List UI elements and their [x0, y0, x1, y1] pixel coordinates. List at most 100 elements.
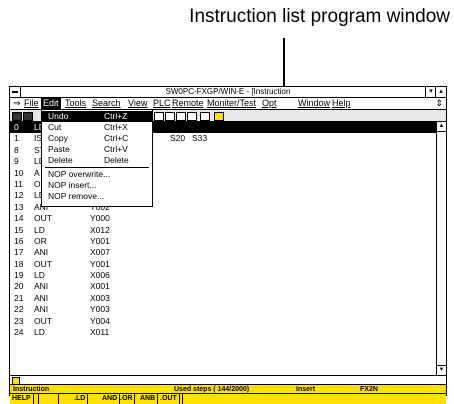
edit-menu-item[interactable]: Delete Delete	[42, 155, 152, 166]
edit-menu-item[interactable]: Cut Ctrl+X	[42, 122, 152, 133]
instruction-step: 15	[14, 224, 24, 235]
menu-moniter-test[interactable]: Moniter/Test	[207, 98, 256, 109]
edit-menu-item[interactable]: NOP remove...	[42, 191, 152, 202]
instruction-opcode: ANI	[34, 304, 49, 315]
instruction-row[interactable]: 21 ANI X003	[10, 293, 436, 304]
instruction-row[interactable]: 17 ANI X007	[10, 247, 436, 258]
instruction-opcode: LD	[34, 327, 45, 338]
edit-menu-dropdown: Undo Ctrl+Z Cut Ctrl+X Copy Ctrl+C Paste Ctrl+V…	[41, 109, 153, 207]
edit-menu-item-label: Cut	[48, 122, 62, 132]
help-icon[interactable]	[214, 112, 224, 121]
title-bar: SW0PC-FXGP/WIN-E - [Instruction ▾ ▴	[10, 87, 446, 98]
instruction-step: 16	[14, 235, 24, 246]
instruction-step: 21	[14, 292, 24, 303]
edit-menu-item-shortcut: Ctrl+X	[104, 122, 128, 132]
instruction-operand: Y001	[90, 258, 110, 269]
open-file-icon[interactable]	[23, 112, 33, 121]
menu-window[interactable]: Window	[298, 98, 330, 109]
edit-menu-item-shortcut: Delete	[104, 155, 129, 165]
scroll-down-icon[interactable]: ▼	[437, 365, 446, 375]
instruction-step: 0	[14, 122, 19, 132]
instruction-operand: S33	[192, 133, 208, 144]
menu-view[interactable]: View	[128, 98, 147, 109]
tool-button-3[interactable]	[165, 112, 175, 121]
instruction-row[interactable]: 14 OUT Y000	[10, 213, 436, 224]
menu-edit[interactable]: Edit	[41, 98, 61, 109]
instruction-operand: X012	[90, 224, 110, 235]
vertical-scrollbar[interactable]: ▲ ▼	[436, 122, 446, 375]
menu-separator	[45, 167, 149, 168]
instruction-step: 13	[14, 201, 24, 212]
function-key-bar: HELP .LD AND .OR ANB .OUT	[10, 393, 446, 404]
instruction-operand: Y003	[90, 304, 110, 315]
tool-button-6[interactable]	[200, 112, 210, 121]
new-file-icon[interactable]	[12, 112, 22, 121]
instruction-step: 9	[14, 156, 19, 167]
edit-menu-item-label: NOP insert...	[48, 180, 97, 190]
restore-icon[interactable]: ⇕	[435, 98, 443, 109]
instruction-operand: Y001	[90, 235, 110, 246]
instruction-row[interactable]: 23 OUT Y004	[10, 316, 436, 327]
instruction-opcode: OR	[34, 235, 47, 246]
instruction-step: 24	[14, 327, 24, 338]
instruction-operand: X001	[90, 281, 110, 292]
edit-menu-item[interactable]: Paste Ctrl+V	[42, 144, 152, 155]
menu-file[interactable]: File	[24, 98, 39, 109]
instruction-row[interactable]: 16 OR Y001	[10, 236, 436, 247]
instruction-step: 20	[14, 281, 24, 292]
instruction-operand: X006	[90, 270, 110, 281]
instruction-operand: S20	[170, 133, 186, 144]
instruction-opcode: ANI	[34, 292, 49, 303]
app-window: SW0PC-FXGP/WIN-E - [Instruction ▾ ▴ ⇒ Fi…	[9, 86, 447, 404]
instruction-operand: Y004	[90, 315, 110, 326]
instruction-opcode: A	[34, 167, 40, 178]
edit-menu-item-shortcut: Ctrl+C	[104, 133, 129, 143]
menu-tools[interactable]: Tools	[65, 98, 86, 109]
edit-menu-item[interactable]: Undo Ctrl+Z	[42, 111, 152, 122]
callout-pointer-line	[283, 38, 285, 86]
instruction-operand: X007	[90, 247, 110, 258]
instruction-opcode: O	[34, 178, 41, 189]
scroll-up-icon[interactable]: ▲	[437, 122, 446, 132]
instruction-step: 17	[14, 247, 24, 258]
menu-plc[interactable]: PLC	[153, 98, 171, 109]
edit-menu-item-label: Paste	[48, 144, 70, 154]
instruction-step: 14	[14, 213, 24, 224]
instruction-row[interactable]: 22 ANI Y003	[10, 304, 436, 315]
instruction-row[interactable]: 20 ANI X001	[10, 281, 436, 292]
instruction-step: 19	[14, 270, 24, 281]
edit-menu-item[interactable]: NOP insert...	[42, 180, 152, 191]
window-title: SW0PC-FXGP/WIN-E - [Instruction	[165, 87, 291, 96]
edit-menu-item-label: NOP overwrite...	[48, 169, 111, 179]
horizontal-scrollbar[interactable]	[10, 375, 446, 385]
instruction-step: 10	[14, 167, 24, 178]
edit-menu-item[interactable]: Copy Ctrl+C	[42, 133, 152, 144]
instruction-opcode: OUT	[34, 315, 52, 326]
tool-button-5[interactable]	[187, 112, 197, 121]
edit-menu-item-label: NOP remove...	[48, 191, 105, 201]
system-menu-icon[interactable]	[10, 87, 21, 97]
instruction-step: 22	[14, 304, 24, 315]
instruction-opcode: OUT	[34, 258, 52, 269]
tool-button-4[interactable]	[176, 112, 186, 121]
instruction-row[interactable]: 15 LD X012	[10, 225, 436, 236]
edit-menu-item-label: Copy	[48, 133, 68, 143]
menu-help[interactable]: Help	[332, 98, 351, 109]
instruction-row[interactable]: 19 LD X006	[10, 270, 436, 281]
edit-menu-item[interactable]: NOP overwrite...	[42, 169, 152, 180]
instruction-row[interactable]: 18 OUT Y001	[10, 259, 436, 270]
child-system-menu-icon[interactable]: ⇒	[13, 98, 21, 109]
menu-remote[interactable]: Remote	[172, 98, 204, 109]
instruction-step: 18	[14, 258, 24, 269]
maximize-icon[interactable]: ▴	[435, 87, 446, 97]
edit-menu-item-shortcut: Ctrl+V	[104, 144, 128, 154]
instruction-step: 1	[14, 133, 19, 144]
menu-search[interactable]: Search	[92, 98, 121, 109]
instruction-operand: Y000	[90, 213, 110, 224]
callout-caption-text: Instruction list program window	[189, 6, 450, 27]
menu-options[interactable]: Opt	[262, 98, 277, 109]
instruction-opcode: OUT	[34, 213, 52, 224]
instruction-row[interactable]: 24 LD X011	[10, 327, 436, 338]
tool-button-2[interactable]	[154, 112, 164, 121]
callout-caption: Instruction list program window	[0, 6, 454, 28]
